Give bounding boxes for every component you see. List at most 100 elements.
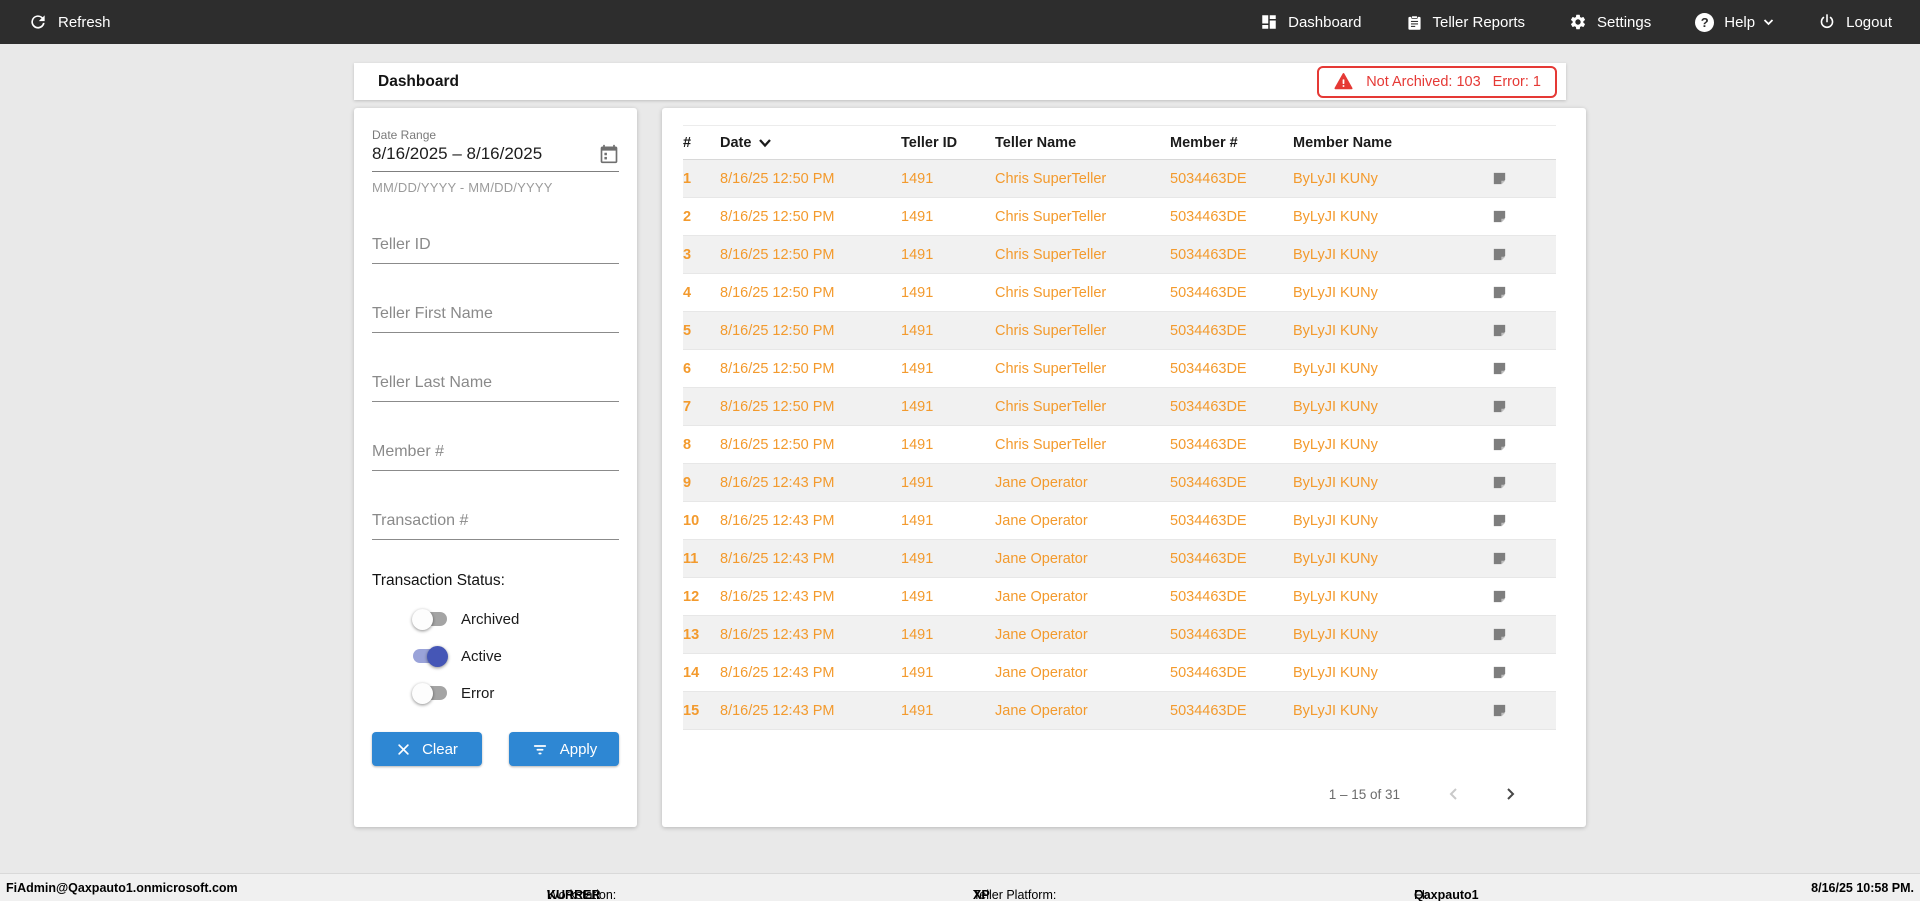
row-teller-id: 1491: [901, 284, 934, 301]
column-header-date[interactable]: Date: [720, 135, 901, 151]
row-member-name: ByLyJI KUNy: [1293, 360, 1378, 377]
table-row[interactable]: 13 8/16/25 12:43 PM 1491 Jane Operator 50344…: [683, 616, 1556, 654]
note-icon[interactable]: [1489, 474, 1556, 491]
nav-item-label: Help: [1724, 13, 1756, 31]
row-member-number: 5034463DE: [1170, 474, 1247, 491]
teller-first-name-input[interactable]: [372, 301, 619, 333]
table-row[interactable]: 12 8/16/25 12:43 PM 1491 Jane Operator 50344…: [683, 578, 1556, 616]
row-teller-name: Jane Operator: [995, 474, 1088, 491]
row-number: 4: [683, 284, 692, 301]
row-teller-name: Chris SuperTeller: [995, 436, 1107, 453]
toggle-active[interactable]: Active: [412, 645, 619, 667]
row-member-name: ByLyJI KUNy: [1293, 284, 1378, 301]
table-row[interactable]: 4 8/16/25 12:50 PM 1491 Chris SuperTeller 50…: [683, 274, 1556, 312]
nav-item-help[interactable]: ? Help: [1695, 12, 1774, 32]
teller-last-name-input[interactable]: [372, 370, 619, 402]
toggle-switch[interactable]: [412, 608, 448, 630]
row-date: 8/16/25 12:50 PM: [720, 322, 835, 339]
row-member-name: ByLyJI KUNy: [1293, 588, 1378, 605]
row-number: 9: [683, 474, 692, 491]
row-member-name: ByLyJI KUNy: [1293, 170, 1378, 187]
table-row[interactable]: 2 8/16/25 12:50 PM 1491 Chris SuperTeller 50…: [683, 198, 1556, 236]
row-number: 2: [683, 208, 692, 225]
row-teller-name: Jane Operator: [995, 588, 1088, 605]
row-date: 8/16/25 12:43 PM: [720, 512, 835, 529]
row-date: 8/16/25 12:43 PM: [720, 550, 835, 567]
note-icon[interactable]: [1489, 550, 1556, 567]
table-row[interactable]: 6 8/16/25 12:50 PM 1491 Chris SuperTeller 50…: [683, 350, 1556, 388]
note-icon[interactable]: [1489, 360, 1556, 377]
row-number: 13: [683, 626, 700, 643]
row-member-number: 5034463DE: [1170, 664, 1247, 681]
toggle-switch[interactable]: [412, 682, 448, 704]
table-row[interactable]: 9 8/16/25 12:43 PM 1491 Jane Operator 503446…: [683, 464, 1556, 502]
not-archived-alert[interactable]: Not Archived: 103 Error: 1: [1317, 65, 1557, 98]
row-date: 8/16/25 12:43 PM: [720, 588, 835, 605]
column-header-member-name: Member Name: [1293, 135, 1489, 151]
refresh-button[interactable]: Refresh: [28, 12, 111, 32]
note-icon[interactable]: [1489, 208, 1556, 225]
apply-button[interactable]: Apply: [509, 732, 619, 766]
row-teller-name: Jane Operator: [995, 664, 1088, 681]
note-icon[interactable]: [1489, 626, 1556, 643]
row-member-number: 5034463DE: [1170, 702, 1247, 719]
nav-item-dashboard[interactable]: Dashboard: [1260, 13, 1362, 31]
clear-button-label: Clear: [422, 740, 458, 758]
table-row[interactable]: 8 8/16/25 12:50 PM 1491 Chris SuperTeller 50…: [683, 426, 1556, 464]
row-number: 14: [683, 664, 700, 681]
table-row[interactable]: 3 8/16/25 12:50 PM 1491 Chris SuperTeller 50…: [683, 236, 1556, 274]
table-row[interactable]: 7 8/16/25 12:50 PM 1491 Chris SuperTeller 50…: [683, 388, 1556, 426]
toggle-list: Archived Active Error: [412, 608, 619, 704]
table-row[interactable]: 11 8/16/25 12:43 PM 1491 Jane Operator 50344…: [683, 540, 1556, 578]
member-number-input[interactable]: [372, 439, 619, 471]
table-row[interactable]: 14 8/16/25 12:43 PM 1491 Jane Operator 50344…: [683, 654, 1556, 692]
date-range-value[interactable]: 8/16/2025 – 8/16/2025: [372, 144, 542, 164]
status-footer: FiAdmin@Qaxpauto1.onmicrosoft.com Workst…: [0, 873, 1920, 901]
row-teller-id: 1491: [901, 550, 934, 567]
note-icon[interactable]: [1489, 702, 1556, 719]
row-teller-name: Jane Operator: [995, 626, 1088, 643]
row-date: 8/16/25 12:43 PM: [720, 664, 835, 681]
row-teller-id: 1491: [901, 436, 934, 453]
nav-item-logout[interactable]: Logout: [1818, 13, 1892, 31]
warning-triangle-icon: [1333, 71, 1354, 92]
row-member-number: 5034463DE: [1170, 360, 1247, 377]
table-row[interactable]: 5 8/16/25 12:50 PM 1491 Chris SuperTeller 50…: [683, 312, 1556, 350]
note-icon[interactable]: [1489, 588, 1556, 605]
table-row[interactable]: 1 8/16/25 12:50 PM 1491 Chris SuperTeller 50…: [683, 160, 1556, 198]
date-format-hint: MM/DD/YYYY - MM/DD/YYYY: [372, 180, 553, 195]
pagination: 1 – 15 of 31: [683, 773, 1556, 815]
note-icon[interactable]: [1489, 322, 1556, 339]
table-row[interactable]: 15 8/16/25 12:43 PM 1491 Jane Operator 50344…: [683, 692, 1556, 730]
note-icon[interactable]: [1489, 398, 1556, 415]
note-icon[interactable]: [1489, 246, 1556, 263]
row-teller-name: Chris SuperTeller: [995, 322, 1107, 339]
dashboard-icon: [1260, 13, 1278, 31]
note-icon[interactable]: [1489, 664, 1556, 681]
note-icon[interactable]: [1489, 284, 1556, 301]
toggle-error[interactable]: Error: [412, 682, 619, 704]
note-icon[interactable]: [1489, 512, 1556, 529]
previous-page-button[interactable]: [1442, 782, 1466, 806]
row-member-number: 5034463DE: [1170, 512, 1247, 529]
row-teller-id: 1491: [901, 512, 934, 529]
date-range-label: Date Range: [372, 128, 437, 142]
row-teller-id: 1491: [901, 208, 934, 225]
date-range-field[interactable]: 8/16/2025 – 8/16/2025: [372, 144, 619, 172]
note-icon[interactable]: [1489, 170, 1556, 187]
nav-item-settings[interactable]: Settings: [1569, 13, 1651, 31]
row-teller-name: Jane Operator: [995, 702, 1088, 719]
transaction-number-input[interactable]: [372, 508, 619, 540]
main-container: Dashboard Not Archived: 103 Error: 1 Dat…: [354, 63, 1586, 827]
clear-button[interactable]: Clear: [372, 732, 482, 766]
column-header-label: Teller Name: [995, 134, 1077, 151]
toggle-archived[interactable]: Archived: [412, 608, 619, 630]
refresh-label: Refresh: [58, 13, 111, 31]
note-icon[interactable]: [1489, 436, 1556, 453]
nav-item-teller-reports[interactable]: Teller Reports: [1406, 14, 1525, 31]
table-row[interactable]: 10 8/16/25 12:43 PM 1491 Jane Operator 50344…: [683, 502, 1556, 540]
next-page-button[interactable]: [1498, 782, 1522, 806]
teller-id-input[interactable]: [372, 232, 619, 264]
toggle-switch[interactable]: [412, 645, 448, 667]
calendar-icon[interactable]: [599, 144, 619, 164]
